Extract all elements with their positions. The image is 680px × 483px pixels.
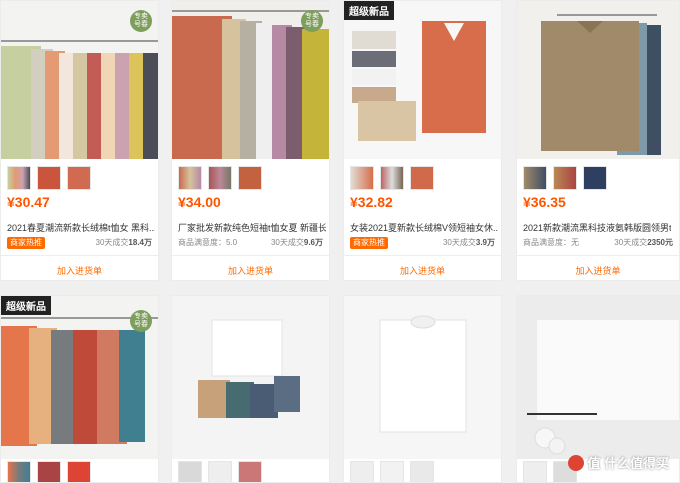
swatch-thumb[interactable] [410, 461, 434, 482]
swatch-thumb[interactable] [67, 166, 91, 190]
product-card[interactable]: 值 什么值得买 [516, 295, 680, 483]
swatch-thumb[interactable] [380, 166, 404, 190]
swatch-thumb[interactable] [178, 461, 202, 482]
swatch-thumb[interactable] [350, 461, 374, 482]
divider [172, 255, 329, 256]
product-card[interactable]: ¥36.35 2021新款潮流黑科技液氨韩版圆领男t... 商品满意度：无 30… [516, 0, 680, 281]
product-image[interactable] [517, 1, 679, 159]
product-image[interactable]: 超级新品 专卖 号春 [1, 296, 158, 459]
product-image[interactable]: 专卖 号春 [1, 1, 158, 159]
color-swatches [350, 461, 434, 482]
swatch-thumb[interactable] [7, 166, 31, 190]
swatch-thumb[interactable] [523, 461, 547, 482]
color-swatches [350, 166, 434, 190]
swatch-thumb[interactable] [238, 461, 262, 482]
swatch-thumb[interactable] [208, 166, 232, 190]
swatch-thumb[interactable] [410, 166, 434, 190]
price: ¥32.82 [350, 194, 393, 210]
product-image[interactable] [344, 296, 501, 459]
watermark: 值 什么值得买 [568, 453, 669, 472]
add-to-cart-button[interactable]: 加入进货单 [517, 264, 679, 277]
divider [517, 255, 679, 256]
product-image[interactable]: 超级新品 [344, 1, 501, 159]
new-product-tag: 超级新品 [1, 296, 51, 315]
divider [1, 255, 158, 256]
price: ¥30.47 [7, 194, 50, 210]
swatch-thumb[interactable] [178, 166, 202, 190]
product-meta: 商品满意度：5.0 30天成交9.6万 [178, 238, 323, 247]
product-image[interactable] [517, 296, 679, 459]
hot-badge: 商家热推 [7, 237, 45, 249]
add-to-cart-button[interactable]: 加入进货单 [344, 264, 501, 277]
color-swatches [178, 166, 262, 190]
new-product-tag: 超级新品 [344, 1, 394, 20]
color-swatches [523, 166, 607, 190]
watermark-logo-icon [568, 455, 585, 471]
swatch-thumb[interactable] [380, 461, 404, 482]
hot-badge: 商家热推 [350, 237, 388, 249]
product-title[interactable]: 厂家批发新款纯色短袖t恤女夏 新疆长... [178, 221, 326, 234]
product-card[interactable] [171, 295, 330, 483]
shop-tag-icon: 专卖 号春 [301, 10, 323, 32]
product-title[interactable]: 2021春夏潮流新款长绒棉t恤女 黑科... [7, 221, 155, 234]
color-swatches [7, 166, 91, 190]
color-swatches [178, 461, 262, 482]
swatch-thumb[interactable] [350, 166, 374, 190]
shop-tag-icon: 专卖 号春 [130, 10, 152, 32]
add-to-cart-button[interactable]: 加入进货单 [1, 264, 158, 277]
color-swatches [7, 461, 91, 482]
swatch-thumb[interactable] [37, 461, 61, 482]
swatch-thumb[interactable] [37, 166, 61, 190]
product-card[interactable]: 专卖 号春 ¥34.00 厂家批发新款纯色短袖t恤女夏 新疆长... 商品满意度… [171, 0, 330, 281]
swatch-thumb[interactable] [7, 461, 31, 482]
add-to-cart-button[interactable]: 加入进货单 [172, 264, 329, 277]
swatch-thumb[interactable] [208, 461, 232, 482]
product-meta: 商家热推 30天成交18.4万 [7, 237, 152, 249]
divider [344, 255, 501, 256]
product-meta: 商品满意度：无 30天成交2350元 [523, 238, 673, 247]
product-card[interactable]: 超级新品 专卖 号春 [0, 295, 159, 483]
price: ¥36.35 [523, 194, 566, 210]
product-image[interactable] [172, 296, 329, 459]
product-title[interactable]: 女装2021夏新款长绒棉V领短袖女休... [350, 221, 498, 234]
swatch-thumb[interactable] [523, 166, 547, 190]
product-meta: 商家热推 30天成交3.9万 [350, 237, 495, 249]
swatch-thumb[interactable] [583, 166, 607, 190]
product-card[interactable]: 专卖 号春 ¥30.47 2021春夏潮流新款长绒棉t恤女 黑科... 商家热推… [0, 0, 159, 281]
product-title[interactable]: 2021新款潮流黑科技液氨韩版圆领男t... [523, 221, 671, 234]
swatch-thumb[interactable] [553, 166, 577, 190]
product-image[interactable]: 专卖 号春 [172, 1, 329, 159]
swatch-thumb[interactable] [67, 461, 91, 482]
price: ¥34.00 [178, 194, 221, 210]
shop-tag-icon: 专卖 号春 [130, 310, 152, 332]
product-card[interactable] [343, 295, 502, 483]
product-card[interactable]: 超级新品 ¥32.82 女装2021夏新款长绒棉V领短袖女休... 商家热推 3… [343, 0, 502, 281]
swatch-thumb[interactable] [238, 166, 262, 190]
